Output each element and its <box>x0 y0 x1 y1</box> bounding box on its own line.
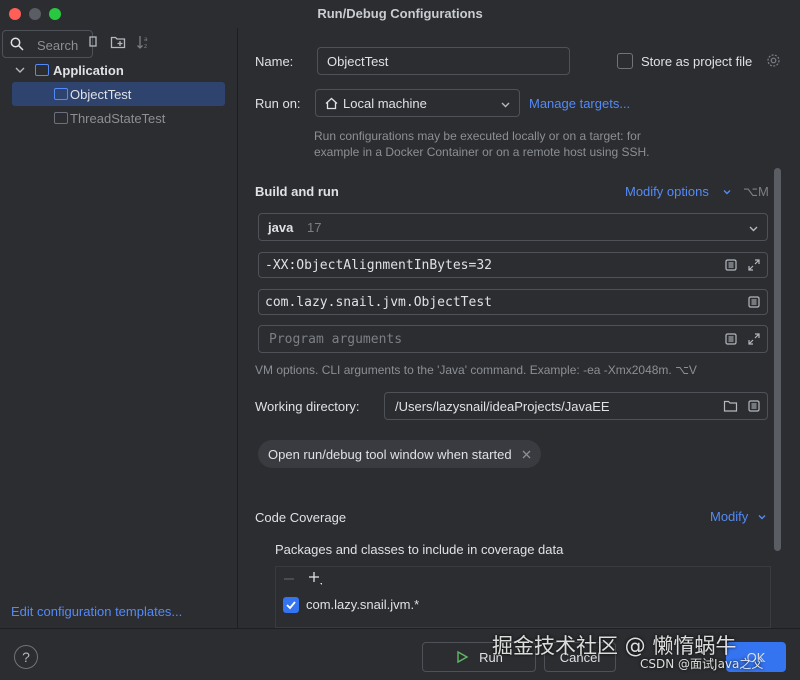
copy-configuration-icon[interactable] <box>88 34 104 50</box>
tree-item-application[interactable]: Application <box>12 58 225 82</box>
sort-icon[interactable]: az <box>136 34 152 50</box>
jdk-dropdown[interactable]: java 17 <box>258 213 768 241</box>
program-arguments-input[interactable]: Program arguments <box>258 325 768 353</box>
edit-templates-link[interactable]: Edit configuration templates... <box>11 604 182 619</box>
search-icon <box>10 37 24 51</box>
main-class-value: com.lazy.snail.jvm.ObjectTest <box>265 295 492 310</box>
run-on-label: Run on: <box>255 96 301 111</box>
store-as-project-file-label: Store as project file <box>641 54 753 69</box>
coverage-entry-checkbox[interactable] <box>283 597 299 613</box>
working-directory-input[interactable]: /Users/lazysnail/ideaProjects/JavaEE <box>384 392 768 420</box>
document-icon[interactable] <box>724 332 738 346</box>
store-as-project-file-checkbox[interactable] <box>617 53 633 69</box>
form-scrollbar[interactable] <box>774 168 781 551</box>
vm-options-hint: VM options. CLI arguments to the 'Java' … <box>255 363 697 377</box>
program-arguments-placeholder: Program arguments <box>269 332 403 347</box>
gear-icon[interactable] <box>766 53 781 68</box>
coverage-table: com.lazy.snail.jvm.* <box>275 566 771 628</box>
search-placeholder: Search <box>37 38 79 53</box>
application-icon <box>35 64 49 76</box>
chevron-down-icon[interactable] <box>14 64 26 76</box>
play-icon <box>457 650 469 664</box>
open-tool-window-chip[interactable]: Open run/debug tool window when started <box>258 440 541 468</box>
vm-options-value: -XX:ObjectAlignmentInBytes=32 <box>265 258 492 273</box>
chevron-down-icon <box>723 190 731 195</box>
document-icon[interactable] <box>724 258 738 272</box>
application-icon <box>54 112 68 124</box>
coverage-packages-label: Packages and classes to include in cover… <box>275 542 564 557</box>
modify-options-shortcut: ⌥M <box>743 184 769 199</box>
jdk-name: java <box>268 220 294 235</box>
modify-options-link[interactable]: Modify options <box>625 184 709 199</box>
coverage-entry-label: com.lazy.snail.jvm.* <box>306 597 420 612</box>
close-icon[interactable] <box>522 450 531 459</box>
tree-item-objecttest[interactable]: ObjectTest <box>12 82 225 106</box>
document-icon[interactable] <box>747 295 761 309</box>
new-folder-icon[interactable] <box>110 34 126 50</box>
configurations-sidebar: Search az Application ObjectTest ThreadS… <box>0 28 238 628</box>
svg-text:a: a <box>144 36 148 43</box>
vm-options-input[interactable]: -XX:ObjectAlignmentInBytes=32 <box>258 252 768 278</box>
name-value: ObjectTest <box>327 54 389 69</box>
minus-icon[interactable] <box>282 572 296 586</box>
expand-icon[interactable] <box>747 332 761 346</box>
tree-item-label: Application <box>53 62 124 78</box>
help-button[interactable]: ? <box>14 645 38 669</box>
working-directory-value: /Users/lazysnail/ideaProjects/JavaEE <box>395 399 610 414</box>
tree-item-label: ThreadStateTest <box>70 110 166 126</box>
run-on-value: Local machine <box>343 96 427 111</box>
window-title: Run/Debug Configurations <box>317 6 483 21</box>
name-input[interactable]: ObjectTest <box>317 47 570 75</box>
chip-label: Open run/debug tool window when started <box>268 446 512 462</box>
jdk-version: 17 <box>307 220 322 235</box>
configuration-form: Name: ObjectTest Store as project file R… <box>239 28 800 628</box>
build-and-run-heading: Build and run <box>255 184 339 199</box>
working-directory-label: Working directory: <box>255 399 360 414</box>
check-icon <box>286 601 296 610</box>
coverage-entry-row[interactable]: com.lazy.snail.jvm.* <box>276 593 770 617</box>
watermark-sub: CSDN @面试Java之父 <box>640 657 764 671</box>
chevron-down-icon <box>501 102 510 108</box>
add-icon[interactable] <box>307 570 323 586</box>
application-icon <box>54 88 68 100</box>
search-input[interactable]: Search <box>2 30 93 58</box>
run-on-dropdown[interactable]: Local machine <box>315 89 520 117</box>
expand-icon[interactable] <box>747 258 761 272</box>
chevron-down-icon <box>758 515 766 520</box>
main-class-input[interactable]: com.lazy.snail.jvm.ObjectTest <box>258 289 768 315</box>
chevron-down-icon <box>749 226 758 232</box>
folder-icon[interactable] <box>723 399 738 413</box>
tree-item-label: ObjectTest <box>70 86 132 102</box>
coverage-modify-link[interactable]: Modify <box>710 509 748 524</box>
name-label: Name: <box>255 54 294 69</box>
code-coverage-heading: Code Coverage <box>255 510 347 525</box>
manage-targets-link[interactable]: Manage targets... <box>529 96 630 111</box>
home-icon <box>325 97 338 110</box>
tree-item-threadstatetest[interactable]: ThreadStateTest <box>12 106 225 130</box>
run-on-hint-line-1: Run configurations may be executed local… <box>314 129 641 143</box>
svg-text:z: z <box>144 43 147 50</box>
title-bar: Run/Debug Configurations <box>0 0 800 28</box>
run-on-hint-line-2: example in a Docker Container or on a re… <box>314 145 650 159</box>
document-icon[interactable] <box>747 399 761 413</box>
